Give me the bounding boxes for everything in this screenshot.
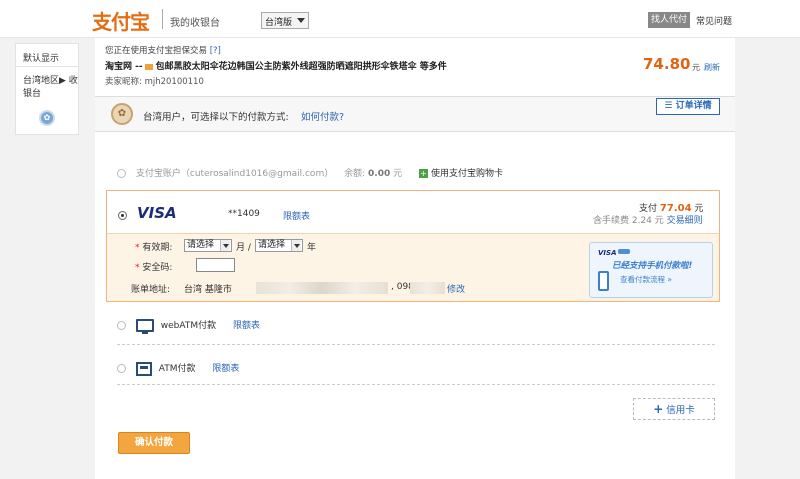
how-to-pay-link[interactable]: 如何付款? xyxy=(301,109,344,123)
confirm-payment-button[interactable]: 确认付款 xyxy=(118,432,190,454)
trade-rules-link[interactable]: 交易细则 xyxy=(667,216,703,226)
webatm-label: webATM付款 xyxy=(160,321,217,331)
expiry-month-select[interactable]: 请选择 xyxy=(184,239,232,252)
fee-info: 含手续费 2.24 元 交易细则 xyxy=(593,213,703,226)
monitor-icon xyxy=(135,319,154,334)
visa-card-option: VISA **1409 限额表 支付 77.04 元 含手续费 2.24 元 交… xyxy=(106,190,720,302)
top-header: 支付宝 我的收银台 台湾版 找人代付 常见问题 xyxy=(0,0,800,38)
order-amount: 74.80 xyxy=(643,55,691,73)
taiwan-flag-icon: ✿ xyxy=(111,103,133,125)
shopping-card-link[interactable]: 使用支付宝购物卡 xyxy=(431,169,503,179)
divider xyxy=(117,384,715,385)
logo-divider xyxy=(162,9,163,29)
guarantee-help-link[interactable]: [?] xyxy=(210,46,221,56)
mobile-pay-promo[interactable]: VISA 已经支持手机付款啦! 查看付款流程 » xyxy=(589,242,713,298)
visa-logo: VISA xyxy=(137,204,177,222)
order-title-text[interactable]: 包邮黑胶太阳伞花边韩国公主防紫外线超强防晒遮阳拱形伞铁塔伞 等多件 xyxy=(156,62,447,72)
order-site: 淘宝网 -- xyxy=(105,62,143,72)
phone-icon xyxy=(598,271,609,291)
expiry-year-select[interactable]: 请选择 xyxy=(255,239,303,252)
faq-link[interactable]: 常见问题 xyxy=(696,14,732,27)
expiry-label: * 有效期: xyxy=(135,243,173,253)
card-number: **1409 xyxy=(228,209,260,219)
chevron-down-icon xyxy=(291,240,301,251)
alipay-account-label: 支付宝账户（cuterosalind1016@gmail.com） xyxy=(135,169,334,179)
region-select[interactable]: 台湾版 xyxy=(261,12,309,29)
find-payer-button[interactable]: 找人代付 xyxy=(648,12,690,28)
redacted-address xyxy=(256,282,388,294)
fee-text: 含手续费 2.24 元 xyxy=(593,216,664,226)
alipay-account-row: 支付宝账户（cuterosalind1016@gmail.com） 余额: 0.… xyxy=(117,166,503,179)
year-unit: 年 xyxy=(307,243,317,253)
amount-unit: 元 xyxy=(692,63,700,72)
plus-icon: + xyxy=(653,402,664,416)
seller-name: mjh20100110 xyxy=(144,77,204,87)
add-credit-card-button[interactable]: + 信用卡 xyxy=(633,398,715,420)
balance-unit: 元 xyxy=(393,169,403,179)
balance-label: 余额: xyxy=(344,169,366,179)
promo-link[interactable]: 查看付款流程 » xyxy=(620,274,672,285)
alipay-logo[interactable]: 支付宝 xyxy=(92,6,150,35)
month-select-value: 请选择 xyxy=(187,240,215,250)
atm-icon xyxy=(135,361,152,376)
webatm-radio[interactable] xyxy=(117,321,126,330)
seller-label: 卖家昵称: xyxy=(105,77,145,87)
month-unit: 月 / xyxy=(236,243,251,253)
atm-radio[interactable] xyxy=(117,364,126,373)
edit-address-link[interactable]: 修改 xyxy=(447,282,465,295)
chevron-down-icon xyxy=(220,240,230,251)
promo-title: 已经支持手机付款啦! xyxy=(612,261,693,271)
redacted-phone xyxy=(410,282,445,294)
atm-label: ATM付款 xyxy=(158,364,196,374)
visa-limit-link[interactable]: 限额表 xyxy=(283,209,310,222)
region-select-value: 台湾版 xyxy=(265,18,293,28)
payment-tip-bar: ✿ 台湾用户，可选择以下的付款方式: 如何付款? ☰ 订单详情 xyxy=(95,96,735,132)
webatm-option: webATM付款 限额表 xyxy=(117,318,260,334)
webatm-limit-link[interactable]: 限额表 xyxy=(233,321,260,331)
cvv-label-text: 安全码: xyxy=(142,263,173,273)
sidebar-title: 默认显示 xyxy=(23,54,60,64)
atm-limit-link[interactable]: 限额表 xyxy=(212,364,239,374)
visa-card-radio[interactable] xyxy=(118,211,127,220)
cvv-input[interactable] xyxy=(196,258,235,272)
plus-icon: + xyxy=(419,169,428,178)
sidebar: 默认显示 台湾地区▶ 收银台 ✿ xyxy=(15,43,79,135)
billing-address: 台湾 基隆市 xyxy=(184,285,232,295)
visa-card-header: VISA **1409 限额表 支付 77.04 元 含手续费 2.24 元 交… xyxy=(107,191,719,233)
cvv-label: * 安全码: xyxy=(135,263,173,273)
alipay-account-radio[interactable] xyxy=(117,169,126,178)
chevron-down-icon xyxy=(297,18,305,23)
order-detail-label: 订单详情 xyxy=(675,101,712,111)
sidebar-item-taiwan[interactable]: 台湾地区▶ 收银台 xyxy=(23,75,78,101)
balance-value: 0.00 xyxy=(368,169,391,179)
order-title: 淘宝网 -- 包邮黑胶太阳伞花边韩国公主防紫外线超强防晒遮阳拱形伞铁塔伞 等多件 xyxy=(105,59,447,72)
visa-card-form: * 有效期: 请选择 月 / 请选择 年 * 安全码: 账单地址: 台湾 基隆市… xyxy=(107,233,719,301)
payment-methods: 支付宝账户（cuterosalind1016@gmail.com） 余额: 0.… xyxy=(95,132,735,479)
cashier-title: 我的收银台 xyxy=(170,18,220,29)
seller-info: 卖家昵称: mjh20100110 xyxy=(105,75,204,87)
add-card-label: 信用卡 xyxy=(666,405,695,416)
expiry-label-text: 有效期: xyxy=(142,243,173,253)
guarantee-text: 您正在使用支付宝担保交易 xyxy=(105,46,208,56)
year-select-value: 请选择 xyxy=(258,240,286,250)
sidebar-divider xyxy=(16,66,78,67)
alipay-balance: 余额: 0.00 元 xyxy=(344,169,405,179)
billing-label: 账单地址: xyxy=(131,285,171,295)
guarantee-notice: 您正在使用支付宝担保交易 [?] xyxy=(105,44,221,56)
promo-badge-icon xyxy=(618,249,630,254)
refresh-link[interactable]: 刷新 xyxy=(704,62,720,73)
tip-text: 台湾用户，可选择以下的付款方式: xyxy=(143,112,289,123)
order-detail-button[interactable]: ☰ 订单详情 xyxy=(656,98,720,115)
goods-icon xyxy=(144,63,153,70)
region-badge-icon: ✿ xyxy=(39,110,55,126)
promo-visa-logo: VISA xyxy=(598,249,617,257)
divider xyxy=(117,344,715,345)
atm-option: ATM付款 限额表 xyxy=(117,361,239,376)
